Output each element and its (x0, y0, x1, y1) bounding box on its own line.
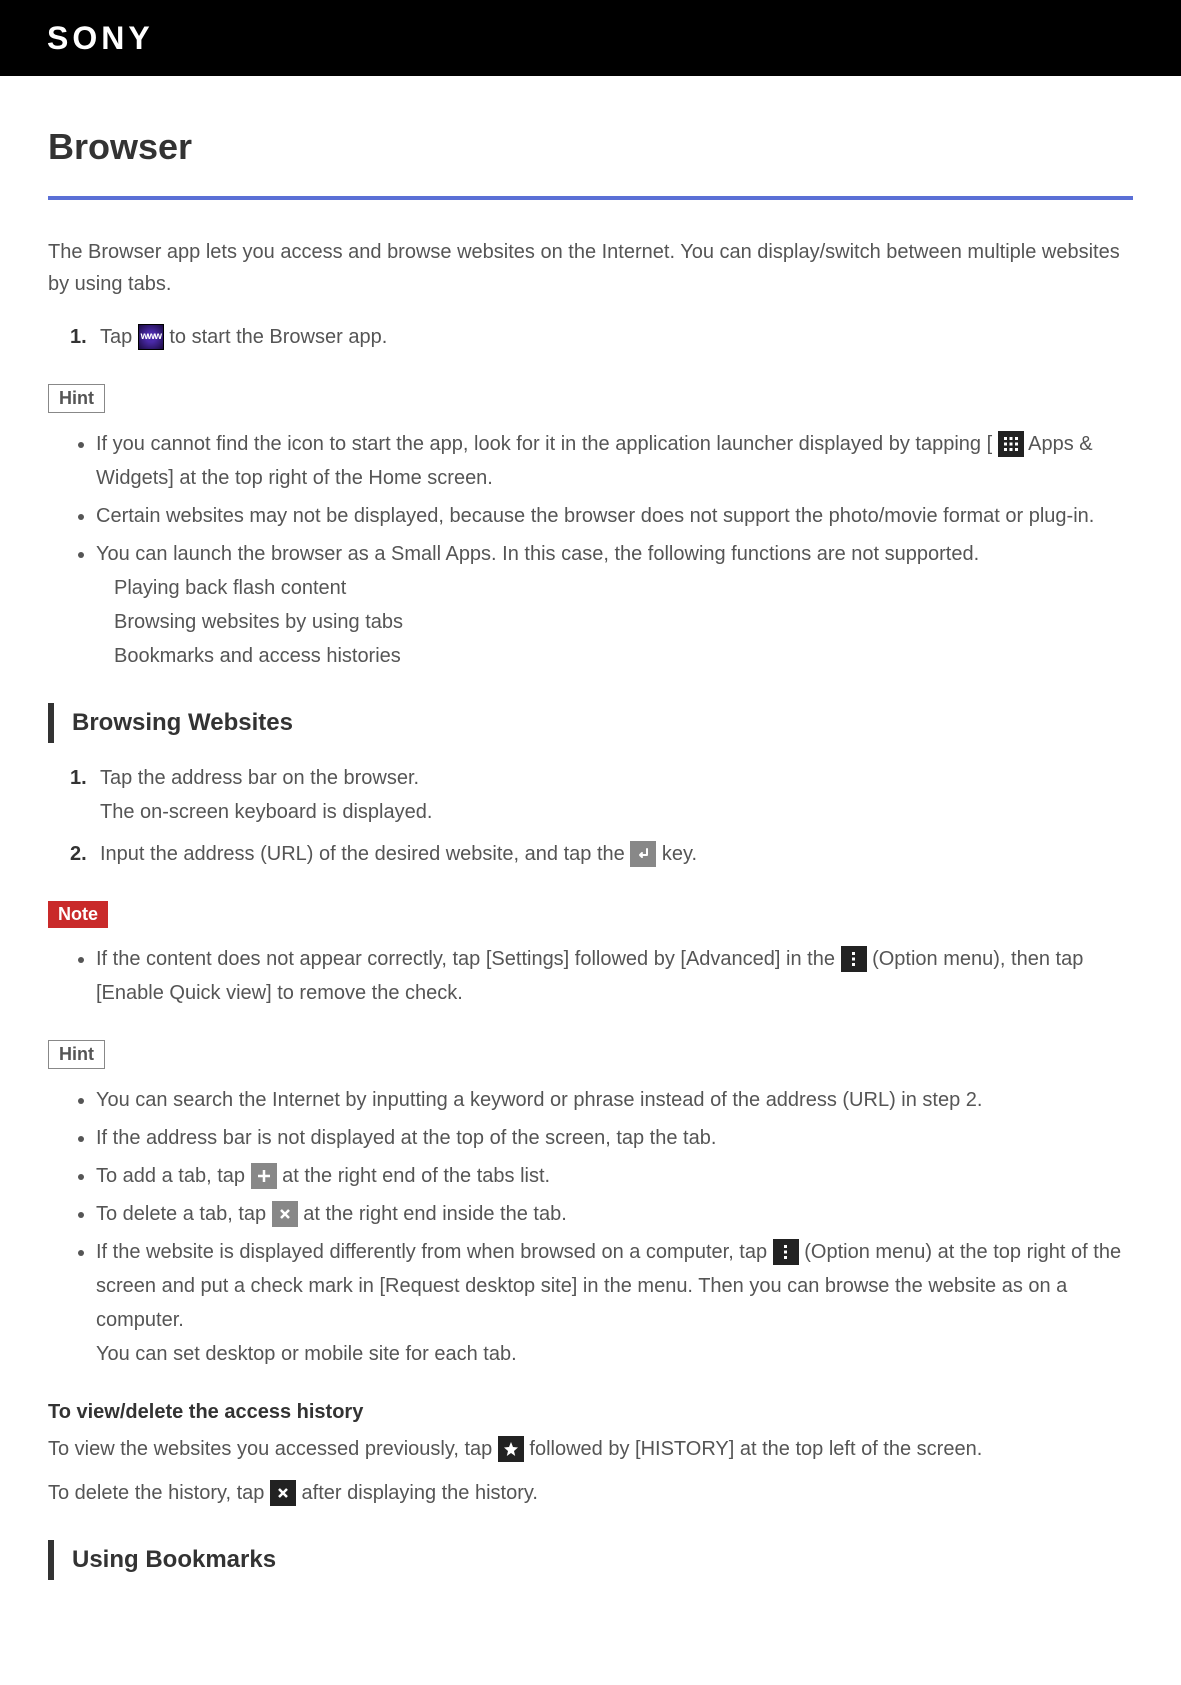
hint1-item: Certain websites may not be displayed, b… (96, 499, 1133, 533)
hint1-item: You can launch the browser as a Small Ap… (96, 537, 1133, 673)
hint2-list: You can search the Internet by inputting… (48, 1083, 1133, 1371)
section-using-bookmarks: Using Bookmarks (48, 1540, 1133, 1580)
hint-badge: Hint (48, 384, 105, 413)
step-body: Tap www to start the Browser app. (100, 320, 1133, 354)
history-p2: To delete the history, tap after display… (48, 1476, 1133, 1510)
hint-badge: Hint (48, 1040, 105, 1069)
text: To add a tab, tap (96, 1165, 251, 1187)
close-tab-icon (272, 1201, 298, 1227)
step-number: 1. (70, 320, 100, 354)
step-number: 1. (70, 761, 100, 829)
enter-key-icon (630, 841, 656, 867)
step-1: 1. Tap www to start the Browser app. (70, 320, 1133, 354)
sub: Browsing websites by using tabs (96, 605, 1133, 639)
main-content: Browser The Browser app lets you access … (0, 76, 1181, 1638)
text: followed by [HISTORY] at the top left of… (529, 1438, 982, 1460)
hint2-item: If the address bar is not displayed at t… (96, 1121, 1133, 1155)
text: If the content does not appear correctly… (96, 948, 841, 970)
text: after displaying the history. (302, 1482, 538, 1504)
option-menu-icon (773, 1239, 799, 1265)
hint2-item: To delete a tab, tap at the right end in… (96, 1197, 1133, 1231)
note1-list: If the content does not appear correctly… (48, 942, 1133, 1010)
step-body: Tap the address bar on the browser. The … (100, 761, 1133, 829)
hint2-item: You can search the Internet by inputting… (96, 1083, 1133, 1117)
step-number: 2. (70, 837, 100, 871)
text: If the website is displayed differently … (96, 1241, 773, 1263)
option-menu-icon (841, 946, 867, 972)
step-text-post: to start the Browser app. (169, 326, 387, 348)
text: at the right end of the tabs list. (282, 1165, 550, 1187)
browsing-steps: 1. Tap the address bar on the browser. T… (48, 761, 1133, 871)
note-badge: Note (48, 901, 108, 928)
hint2-item: To add a tab, tap at the right end of th… (96, 1159, 1133, 1193)
text: To delete the history, tap (48, 1482, 270, 1504)
title-underline (48, 196, 1133, 200)
text: at the right end inside the tab. (303, 1203, 567, 1225)
text: To delete a tab, tap (96, 1203, 272, 1225)
sub: Bookmarks and access histories (96, 639, 1133, 673)
hint2-item: If the website is displayed differently … (96, 1235, 1133, 1371)
header-bar: SONY (0, 0, 1181, 76)
sub: You can set desktop or mobile site for e… (96, 1337, 1133, 1371)
history-heading: To view/delete the access history (48, 1401, 1133, 1424)
step: 2. Input the address (URL) of the desire… (70, 837, 1133, 871)
history-p1: To view the websites you accessed previo… (48, 1432, 1133, 1466)
plus-icon (251, 1163, 277, 1189)
bookmark-star-icon (498, 1436, 524, 1462)
step-text-pre: Tap (100, 326, 138, 348)
apps-grid-icon (998, 431, 1024, 457)
hint1-list: If you cannot find the icon to start the… (48, 427, 1133, 673)
section-browsing-websites: Browsing Websites (48, 703, 1133, 743)
text: You can launch the browser as a Small Ap… (96, 543, 979, 565)
text: key. (662, 843, 697, 865)
line: The on-screen keyboard is displayed. (100, 795, 1133, 829)
line: Tap the address bar on the browser. (100, 761, 1133, 795)
delete-history-icon (270, 1480, 296, 1506)
page-title: Browser (48, 126, 1133, 168)
text: To view the websites you accessed previo… (48, 1438, 498, 1460)
step-body: Input the address (URL) of the desired w… (100, 837, 1133, 871)
note1-item: If the content does not appear correctly… (96, 942, 1133, 1010)
text: If you cannot find the icon to start the… (96, 433, 992, 455)
www-icon: www (138, 324, 164, 350)
hint1-item: If you cannot find the icon to start the… (96, 427, 1133, 495)
start-steps: 1. Tap www to start the Browser app. (48, 320, 1133, 354)
text: Input the address (URL) of the desired w… (100, 843, 630, 865)
sub: Playing back flash content (96, 571, 1133, 605)
intro-text: The Browser app lets you access and brow… (48, 236, 1133, 300)
step: 1. Tap the address bar on the browser. T… (70, 761, 1133, 829)
sony-logo: SONY (47, 20, 154, 57)
